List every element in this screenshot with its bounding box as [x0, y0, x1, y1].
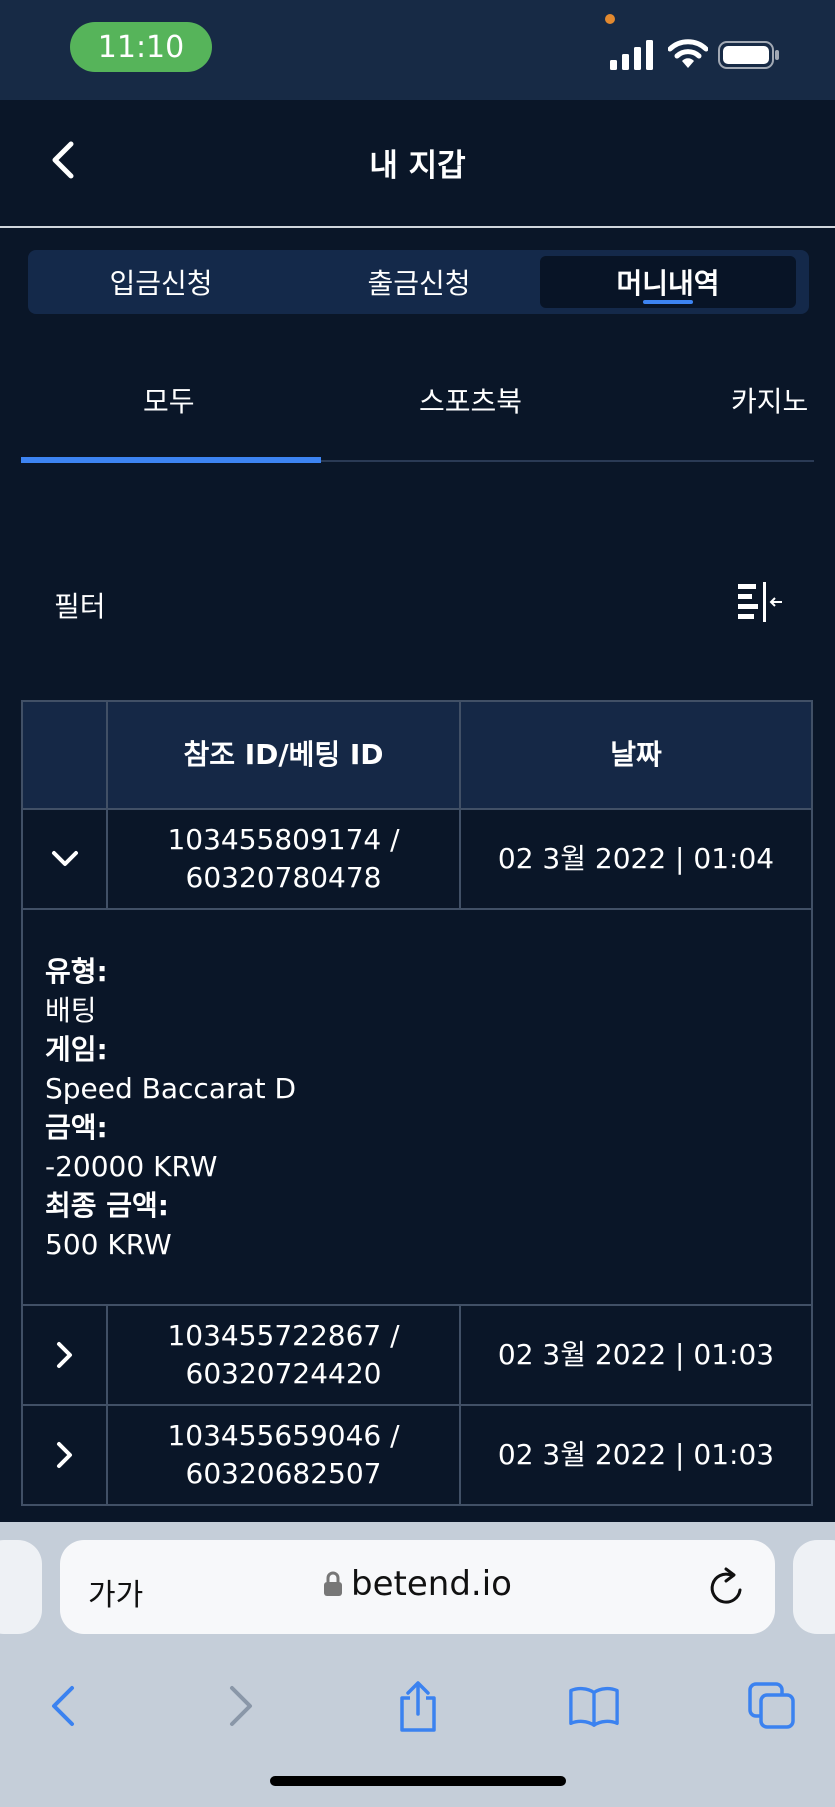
tab-deposit-request[interactable]: 입금신청 [36, 256, 286, 308]
history-category-tabs: 모두 스포츠북 카지노 [21, 340, 814, 464]
detail-game-value: Speed Baccarat D [45, 1072, 297, 1105]
browser-forward-button[interactable] [216, 1680, 268, 1732]
sub-tab-all[interactable]: 모두 [143, 380, 195, 420]
bet-id: 60320682507 [185, 1457, 382, 1490]
reference-id: 103455722867 / [167, 1319, 400, 1352]
bookmarks-button[interactable] [568, 1680, 620, 1732]
reference-id-cell: 103455659046 / 60320682507 [108, 1406, 461, 1504]
chevron-right-icon [230, 1686, 252, 1726]
table-row[interactable]: 103455809174 / 60320780478 02 3월 2022 | … [23, 808, 811, 908]
table-header-row: 참조 ID/베팅 ID 날짜 [23, 702, 811, 808]
filter-label: 필터 [54, 590, 106, 623]
chevron-right-icon [56, 1342, 72, 1368]
date-cell: 02 3월 2022 | 01:03 [497, 1438, 775, 1471]
home-indicator [270, 1776, 566, 1786]
row-expand-toggle[interactable] [23, 1406, 108, 1504]
nav-header: 내 지갑 [0, 100, 835, 228]
bet-id: 60320780478 [185, 861, 382, 894]
tab-withdraw-request[interactable]: 출금신청 [294, 256, 544, 308]
detail-amount-label: 금액: [45, 1111, 108, 1144]
row-expand-toggle[interactable] [23, 810, 108, 908]
cellular-signal-icon [610, 40, 653, 70]
filter-toggle-icon[interactable] [736, 580, 784, 624]
wifi-icon [668, 39, 708, 68]
bet-id: 60320724420 [185, 1357, 382, 1390]
table-row[interactable]: 103455722867 / 60320724420 02 3월 2022 | … [23, 1304, 811, 1404]
lock-icon [324, 1571, 343, 1596]
table-row[interactable]: 103455659046 / 60320682507 02 3월 2022 | … [23, 1404, 811, 1504]
share-button[interactable] [392, 1680, 444, 1732]
browser-bottom-bar: 가가 betend.io [0, 1522, 835, 1807]
reference-id-cell: 103455722867 / 60320724420 [108, 1306, 461, 1404]
reference-id: 103455659046 / [167, 1419, 400, 1452]
sub-tab-casino[interactable]: 카지노 [731, 380, 808, 420]
book-icon [569, 1686, 619, 1727]
tab-money-history-label: 머니내역 [616, 267, 720, 300]
header-cell-date: 날짜 [610, 738, 662, 771]
sub-tab-sportsbook[interactable]: 스포츠북 [419, 380, 522, 420]
chevron-down-icon [51, 851, 78, 866]
url-host: betend.io [351, 1564, 512, 1604]
detail-type-value: 배팅 [45, 994, 97, 1027]
tab-money-history[interactable]: 머니내역 [540, 256, 796, 308]
privacy-indicator-dot [605, 14, 615, 24]
row-expand-toggle[interactable] [23, 1306, 108, 1404]
browser-toolbar [0, 1662, 835, 1752]
date-cell: 02 3월 2022 | 01:03 [497, 1338, 775, 1371]
wallet-tabs: 입금신청 출금신청 머니내역 [28, 250, 809, 314]
next-tab-preview[interactable] [793, 1540, 835, 1634]
tabs-button[interactable] [746, 1680, 798, 1732]
status-bar: 11:10 [0, 0, 835, 100]
reference-id: 103455809174 / [167, 823, 400, 856]
reload-icon[interactable] [707, 1566, 747, 1608]
share-icon [400, 1681, 436, 1732]
battery-icon [718, 41, 779, 69]
detail-type-label: 유형: [45, 955, 108, 988]
previous-tab-preview[interactable] [0, 1540, 42, 1634]
browser-back-button[interactable] [36, 1680, 88, 1732]
tabs-icon [748, 1682, 795, 1729]
active-tab-indicator [643, 300, 693, 304]
header-cell-toggle [23, 702, 108, 808]
chevron-left-icon [52, 1686, 74, 1726]
date-cell: 02 3월 2022 | 01:04 [497, 842, 775, 875]
detail-final-amount-value: 500 KRW [45, 1228, 172, 1261]
detail-amount-value: -20000 KRW [45, 1150, 218, 1183]
detail-final-amount-label: 최종 금액: [45, 1189, 169, 1222]
url-display[interactable]: betend.io [60, 1564, 775, 1604]
header-cell-reference-id: 참조 ID/베팅 ID [108, 702, 461, 808]
status-time: 11:10 [70, 22, 212, 72]
chevron-right-icon [56, 1442, 72, 1468]
filter-row: 필터 [54, 580, 784, 630]
reference-id-cell: 103455809174 / 60320780478 [108, 810, 461, 908]
row-details: 유형: 배팅 게임: Speed Baccarat D 금액: -20000 K… [23, 908, 811, 1304]
detail-game-label: 게임: [45, 1033, 108, 1066]
address-bar[interactable]: 가가 betend.io [60, 1540, 775, 1634]
page-title: 내 지갑 [369, 148, 466, 184]
money-history-table: 참조 ID/베팅 ID 날짜 103455809174 / 6032078047… [21, 700, 813, 1506]
sub-tab-active-indicator [21, 457, 321, 463]
